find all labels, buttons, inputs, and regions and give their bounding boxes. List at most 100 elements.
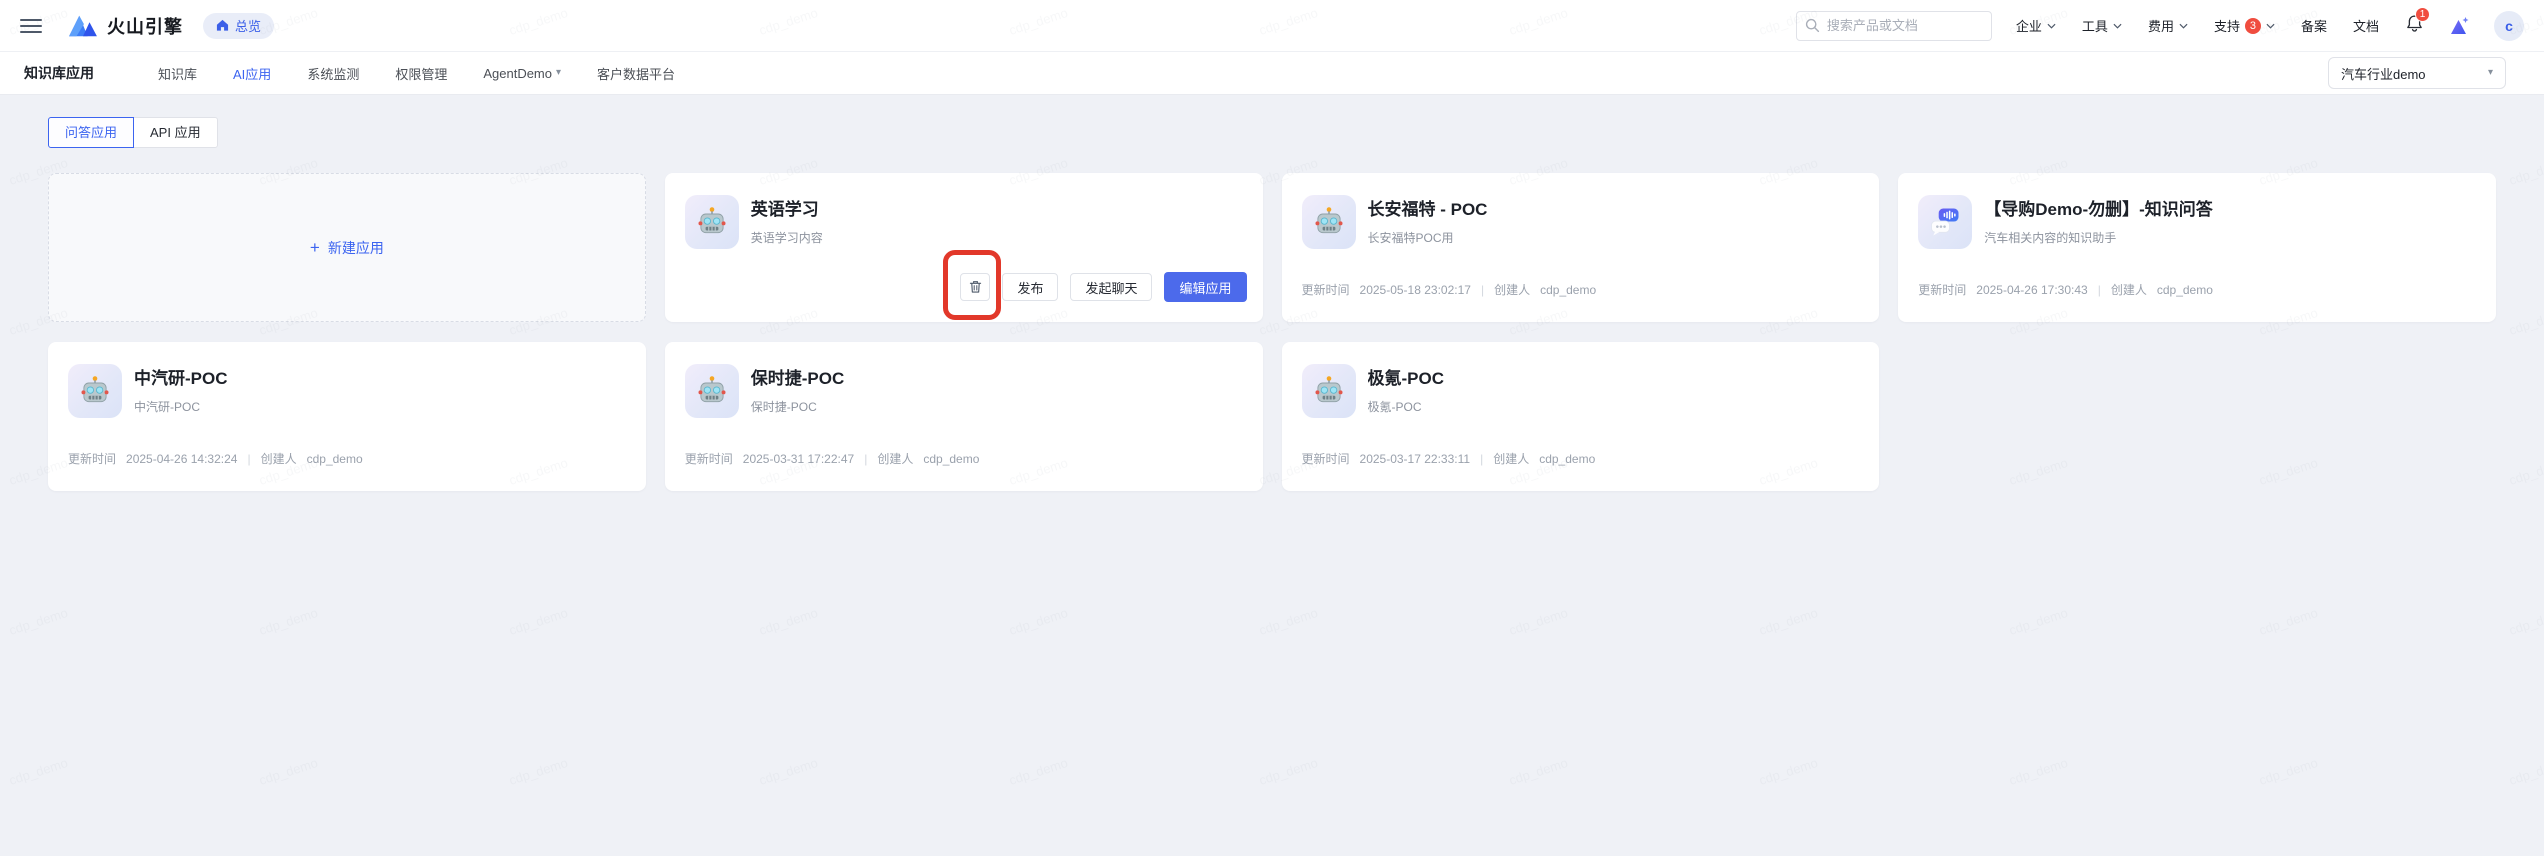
watermark: cdp_demo bbox=[1757, 754, 1820, 789]
notifications-button[interactable]: 1 bbox=[2405, 6, 2430, 38]
tab-api-apps[interactable]: API 应用 bbox=[133, 117, 218, 148]
watermark: cdp_demo bbox=[1507, 754, 1570, 789]
menu-item-billing[interactable]: 费用 bbox=[2148, 16, 2188, 35]
create-app-card[interactable]: + 新建应用 bbox=[48, 173, 646, 322]
workspace-select[interactable]: 汽车行业demo ▾ bbox=[2328, 57, 2506, 89]
menu-item-enterprise[interactable]: 企业 bbox=[2016, 16, 2056, 35]
app-card[interactable]: 中汽研-POC 中汽研-POC 更新时间 2025-04-26 14:32:24… bbox=[48, 342, 646, 491]
nav-item-monitoring[interactable]: 系统监测 bbox=[307, 64, 359, 83]
updated-time: 2025-04-26 17:30:43 bbox=[1976, 282, 2088, 297]
updated-label: 更新时间 bbox=[1301, 283, 1350, 297]
app-card[interactable]: 【导购Demo-勿删】-知识问答 汽车相关内容的知识助手 更新时间 2025-0… bbox=[1898, 173, 2496, 322]
delete-app-button[interactable] bbox=[943, 250, 1002, 320]
app-card[interactable]: 英语学习 英语学习内容 发布 发起聊天 编辑应用 bbox=[664, 173, 1263, 322]
footer-separator: | bbox=[1480, 282, 1485, 297]
app-card[interactable]: 保时捷-POC 保时捷-POC 更新时间 2025-03-31 17:22:47… bbox=[664, 342, 1263, 491]
app-icon-tile bbox=[684, 364, 739, 418]
app-card-title: 极氪-POC bbox=[1367, 369, 1445, 388]
watermark: cdp_demo bbox=[2507, 304, 2544, 339]
nav-item-ai-apps[interactable]: AI应用 bbox=[233, 64, 271, 83]
creator-name: cdp_demo bbox=[2156, 282, 2213, 297]
menu-item-docs[interactable]: 文档 bbox=[2353, 16, 2379, 35]
volcengine-logo-icon[interactable] bbox=[68, 13, 98, 39]
user-avatar[interactable]: c bbox=[2494, 10, 2524, 41]
edit-app-button[interactable]: 编辑应用 bbox=[1164, 272, 1247, 302]
app-icon-tile bbox=[68, 364, 122, 418]
chevron-down-icon bbox=[2047, 23, 2056, 29]
updated-time: 2025-05-18 23:02:17 bbox=[1359, 282, 1471, 297]
watermark: cdp_demo bbox=[257, 754, 320, 789]
menu-item-icp[interactable]: 备案 bbox=[2301, 16, 2327, 35]
tab-qa-apps[interactable]: 问答应用 bbox=[48, 117, 135, 148]
chevron-down-icon bbox=[2179, 23, 2188, 29]
app-card-footer: 更新时间 2025-03-17 22:33:11 | 创建人 cdp_demo bbox=[1302, 450, 1596, 467]
topbar-menu: 企业 工具 费用 支持 3 备案 文档 bbox=[2016, 16, 2379, 35]
nav-item-permissions[interactable]: 权限管理 bbox=[395, 64, 447, 83]
watermark: cdp_demo bbox=[2507, 154, 2544, 189]
search-input[interactable] bbox=[1795, 10, 1992, 41]
card-actions: 发布 发起聊天 编辑应用 bbox=[943, 250, 1247, 320]
app-card-footer: 更新时间 2025-04-26 17:30:43 | 创建人 cdp_demo bbox=[1918, 281, 2213, 298]
trash-icon bbox=[969, 281, 982, 293]
create-app-label: 新建应用 bbox=[327, 239, 384, 256]
overview-badge[interactable]: 总览 bbox=[203, 12, 275, 39]
publish-button[interactable]: 发布 bbox=[1002, 273, 1059, 301]
footer-separator: | bbox=[247, 451, 251, 466]
updated-time: 2025-04-26 14:32:24 bbox=[126, 451, 238, 466]
start-chat-button[interactable]: 发起聊天 bbox=[1070, 273, 1153, 301]
nav-item-knowledge-base[interactable]: 知识库 bbox=[158, 64, 197, 83]
watermark: cdp_demo bbox=[507, 604, 570, 639]
creator-name: cdp_demo bbox=[923, 451, 980, 466]
app-card[interactable]: 极氪-POC 极氪-POC 更新时间 2025-03-17 22:33:11 |… bbox=[1281, 342, 1880, 491]
workspace-select-value: 汽车行业demo bbox=[2341, 66, 2426, 82]
updated-label: 更新时间 bbox=[1918, 283, 1967, 297]
nav-item-agent-demo[interactable]: AgentDemo ▾ bbox=[483, 66, 561, 81]
app-grid: + 新建应用 英语学习 英语学习内容 发布 发起聊天 编辑应用 长安福特 - P… bbox=[48, 173, 2496, 491]
app-card-subtitle: 英语学习内容 bbox=[750, 231, 823, 245]
app-icon-tile bbox=[684, 195, 739, 249]
app-card-subtitle: 极氪-POC bbox=[1367, 400, 1422, 414]
watermark: cdp_demo bbox=[2007, 604, 2070, 639]
subnav: 知识库应用 知识库 AI应用 系统监测 权限管理 AgentDemo ▾ 客户数… bbox=[0, 52, 2544, 95]
watermark: cdp_demo bbox=[1007, 754, 1070, 789]
watermark: cdp_demo bbox=[2007, 754, 2070, 789]
app-icon-tile bbox=[1301, 195, 1356, 249]
creator-label: 创建人 bbox=[1493, 452, 1530, 466]
robot-icon bbox=[1314, 376, 1343, 403]
robot-icon bbox=[81, 376, 109, 403]
watermark: cdp_demo bbox=[2507, 604, 2544, 639]
watermark: cdp_demo bbox=[7, 754, 70, 789]
notification-count-badge: 1 bbox=[2415, 6, 2430, 22]
app-card[interactable]: 长安福特 - POC 长安福特POC用 更新时间 2025-05-18 23:0… bbox=[1281, 173, 1880, 322]
watermark: cdp_demo bbox=[257, 604, 320, 639]
watermark: cdp_demo bbox=[1007, 604, 1070, 639]
app-card-footer: 更新时间 2025-04-26 14:32:24 | 创建人 cdp_demo bbox=[68, 450, 363, 467]
watermark: cdp_demo bbox=[757, 754, 820, 789]
caret-down-icon: ▾ bbox=[2487, 67, 2493, 78]
updated-label: 更新时间 bbox=[684, 452, 733, 466]
caret-down-icon: ▾ bbox=[556, 67, 562, 78]
app-card-title: 保时捷-POC bbox=[750, 369, 845, 388]
ai-assistant-icon[interactable] bbox=[2448, 16, 2470, 35]
watermark: cdp_demo bbox=[2257, 754, 2320, 789]
robot-icon bbox=[698, 207, 726, 234]
robot-icon bbox=[698, 376, 726, 403]
creator-name: cdp_demo bbox=[306, 451, 363, 466]
watermark: cdp_demo bbox=[1257, 604, 1320, 639]
nav-item-cdp[interactable]: 客户数据平台 bbox=[597, 64, 675, 83]
search-icon bbox=[1805, 18, 1820, 32]
app-card-footer: 更新时间 2025-03-31 17:22:47 | 创建人 cdp_demo bbox=[685, 450, 980, 467]
creator-name: cdp_demo bbox=[1539, 451, 1596, 466]
support-count-badge: 3 bbox=[2244, 17, 2261, 34]
creator-name: cdp_demo bbox=[1540, 282, 1597, 297]
creator-label: 创建人 bbox=[2110, 283, 2147, 297]
brand-title: 火山引擎 bbox=[107, 16, 183, 37]
app-card-title: 英语学习 bbox=[750, 200, 819, 219]
watermark: cdp_demo bbox=[507, 754, 570, 789]
hamburger-menu-icon[interactable] bbox=[20, 18, 42, 33]
menu-item-tools[interactable]: 工具 bbox=[2082, 16, 2122, 35]
menu-item-support[interactable]: 支持 3 bbox=[2214, 16, 2275, 35]
topbar: 火山引擎 总览 企业 工具 费用 支持 3 bbox=[0, 0, 2544, 52]
app-card-footer: 更新时间 2025-05-18 23:02:17 | 创建人 cdp_demo bbox=[1302, 281, 1597, 298]
watermark: cdp_demo bbox=[1757, 604, 1820, 639]
